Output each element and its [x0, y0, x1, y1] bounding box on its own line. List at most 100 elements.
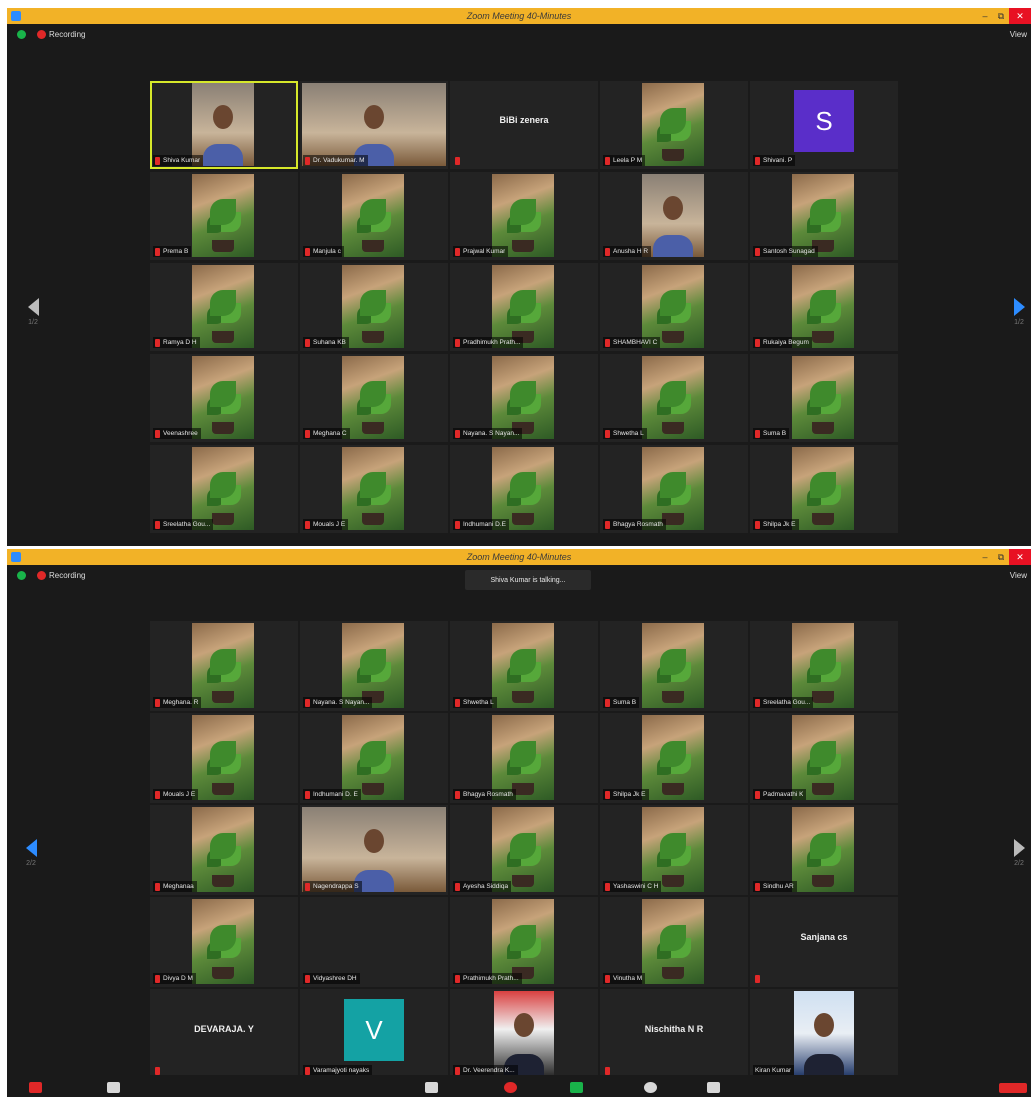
participant-tile-dr-veerendra-k[interactable]: Dr. Veerendra K...	[450, 989, 598, 1079]
participant-tile-meghana-c[interactable]: Meghana C	[300, 354, 448, 442]
participant-tile-prathimukh-prath[interactable]: Prathimukh Prath...	[450, 897, 598, 987]
participant-tile-sreelatha-gou[interactable]: Sreelatha Gou...	[150, 445, 298, 533]
participant-tile-nagendrappa-s[interactable]: Nagendrappa S	[300, 805, 448, 895]
participant-tile-bhagya-rosmath[interactable]: Bhagya Rosmath	[600, 445, 748, 533]
participant-tile-bibi-zenera[interactable]: BiBi zenera	[450, 81, 598, 169]
next-page-button[interactable]: 2/2	[1009, 839, 1029, 867]
encryption-shield-icon[interactable]	[17, 571, 26, 580]
video-camera-icon[interactable]	[107, 1082, 120, 1093]
participant-tile-nischitha-n-r[interactable]: Nischitha N R	[600, 989, 748, 1079]
participant-tile-indhumani-d-e[interactable]: Indhumani D. E	[300, 713, 448, 803]
participant-tile-nayana-s-nayan[interactable]: Nayana. S Nayan...	[450, 354, 598, 442]
participant-tile-pradhimukh-prath[interactable]: Pradhimukh Prath...	[450, 263, 598, 351]
participant-tile-meghana-r[interactable]: Meghana. R	[150, 621, 298, 711]
participant-tile-suma-b[interactable]: Suma B	[600, 621, 748, 711]
participant-tile-mouals-j-e[interactable]: Mouals J E	[300, 445, 448, 533]
participant-tile-manjula-c[interactable]: Manjula c	[300, 172, 448, 260]
plant-pot-shape	[812, 331, 834, 343]
reactions-icon[interactable]	[707, 1082, 720, 1093]
minimize-button[interactable]: –	[977, 549, 993, 565]
maximize-button[interactable]: ⧉	[993, 8, 1009, 24]
participant-tile-prema-b[interactable]: Prema B	[150, 172, 298, 260]
participant-tile-leela-p-m[interactable]: Leela P M	[600, 81, 748, 169]
participant-tile-ramya-d-h[interactable]: Ramya D H	[150, 263, 298, 351]
participant-tile-vinutha-m[interactable]: Vinutha M	[600, 897, 748, 987]
participant-tile-suma-b[interactable]: Suma B	[750, 354, 898, 442]
participant-tile-vidyashree-dh[interactable]: Vidyashree DH	[300, 897, 448, 987]
previous-page-button[interactable]: 1/2	[23, 298, 43, 326]
participant-tile-dr-vadukumar-m[interactable]: Dr. Vadukumar. M	[300, 81, 448, 169]
participant-label: Sindhu AR	[753, 881, 797, 892]
close-button[interactable]: ✕	[1009, 549, 1031, 565]
view-button[interactable]: View	[1010, 30, 1027, 39]
participant-tile-anusha-h-r[interactable]: Anusha H R	[600, 172, 748, 260]
participant-tile-shiva-kumar[interactable]: Shiva Kumar	[150, 81, 298, 169]
encryption-shield-icon[interactable]	[17, 30, 26, 39]
participant-tile-shwetha-l[interactable]: Shwetha L	[450, 621, 598, 711]
participant-tile-shambhavi-c[interactable]: SHAMBHAVI C	[600, 263, 748, 351]
participant-tile-santosh-sunagad[interactable]: Santosh Sunagad	[750, 172, 898, 260]
minimize-button[interactable]: –	[977, 8, 993, 24]
participant-tile-rukaiya-begum[interactable]: Rukaiya Begum	[750, 263, 898, 351]
end-meeting-button[interactable]	[999, 1083, 1027, 1093]
recording-label[interactable]: Recording	[49, 30, 85, 39]
participant-video-feed	[642, 174, 704, 257]
plant-pot-shape	[662, 422, 684, 434]
participant-name: Mouals J E	[163, 791, 196, 798]
participants-icon[interactable]	[425, 1082, 438, 1093]
participant-label: Shwetha L	[453, 697, 497, 708]
participant-label: Mouals J E	[153, 789, 199, 800]
participant-tile-sreelatha-gou[interactable]: Sreelatha Gou...	[750, 621, 898, 711]
participant-tile-prajwal-kumar[interactable]: Prajwal Kumar	[450, 172, 598, 260]
participant-tile-devaraja-y[interactable]: DEVARAJA. Y	[150, 989, 298, 1079]
mic-muted-icon	[455, 247, 460, 256]
plant-video-feed	[792, 623, 854, 708]
participant-tile-shilpa-jk-e[interactable]: Shilpa Jk E	[600, 713, 748, 803]
participant-tile-meghanaa[interactable]: Meghanaa	[150, 805, 298, 895]
participant-tile-yashaswini-c-h[interactable]: Yashaswini C H	[600, 805, 748, 895]
recording-label[interactable]: Recording	[49, 571, 85, 580]
plant-video-feed	[642, 447, 704, 530]
participant-tile-mouals-j-e[interactable]: Mouals J E	[150, 713, 298, 803]
mic-muted-icon	[755, 790, 760, 799]
record-icon[interactable]	[644, 1082, 657, 1093]
next-page-button[interactable]: 1/2	[1009, 298, 1029, 326]
maximize-button[interactable]: ⧉	[993, 549, 1009, 565]
plant-leaf-shape	[660, 832, 686, 859]
plant-video-feed	[192, 356, 254, 439]
participant-tile-shivani-p[interactable]: S Shivani. P	[750, 81, 898, 169]
previous-page-button[interactable]: 2/2	[21, 839, 41, 867]
plant-leaf-shape	[810, 289, 836, 316]
avatar: V	[344, 999, 404, 1061]
plant-leaf-shape	[810, 380, 836, 407]
participant-tile-indhumani-d-e[interactable]: Indhumani D.E	[450, 445, 598, 533]
participant-tile-shwetha-l[interactable]: Shwetha L	[600, 354, 748, 442]
close-button[interactable]: ✕	[1009, 8, 1031, 24]
participant-tile-veenashree[interactable]: Veenashree	[150, 354, 298, 442]
plant-pot-shape	[512, 875, 534, 887]
view-button[interactable]: View	[1010, 571, 1027, 580]
participant-name: Veenashree	[163, 430, 198, 437]
participant-tile-ayesha-siddiqa[interactable]: Ayesha Siddiqa	[450, 805, 598, 895]
mute-audio-icon[interactable]	[29, 1082, 42, 1093]
participant-tile-bhagya-rosmath[interactable]: Bhagya Rosmath	[450, 713, 598, 803]
plant-leaf-shape	[360, 380, 386, 407]
participant-tile-kiran-kumar[interactable]: Kiran Kumar	[750, 989, 898, 1079]
participant-tile-suhana-kb[interactable]: Suhana KB	[300, 263, 448, 351]
mic-muted-icon	[305, 882, 310, 891]
participant-name: Padmavathi K	[763, 791, 804, 798]
participant-name: Shilpa Jk E	[763, 521, 796, 528]
participant-tile-shilpa-jk-e[interactable]: Shilpa Jk E	[750, 445, 898, 533]
participant-tile-nayana-s-nayan[interactable]: Nayana. S Nayan...	[300, 621, 448, 711]
plant-leaf-shape	[510, 924, 536, 951]
plant-leaf-shape	[210, 289, 236, 316]
plant-leaf-shape	[210, 648, 236, 675]
share-screen-icon[interactable]	[570, 1082, 583, 1093]
participant-tile-varamajyoti-nayaks[interactable]: V Varamajyoti nayaks	[300, 989, 448, 1079]
participant-tile-sanjana-cs[interactable]: Sanjana cs	[750, 897, 898, 987]
participant-tile-divya-d-m[interactable]: Divya D M	[150, 897, 298, 987]
chat-icon[interactable]	[504, 1082, 517, 1093]
participant-tile-padmavathi-k[interactable]: Padmavathi K	[750, 713, 898, 803]
mic-muted-icon	[305, 520, 310, 529]
participant-tile-sindhu-ar[interactable]: Sindhu AR	[750, 805, 898, 895]
